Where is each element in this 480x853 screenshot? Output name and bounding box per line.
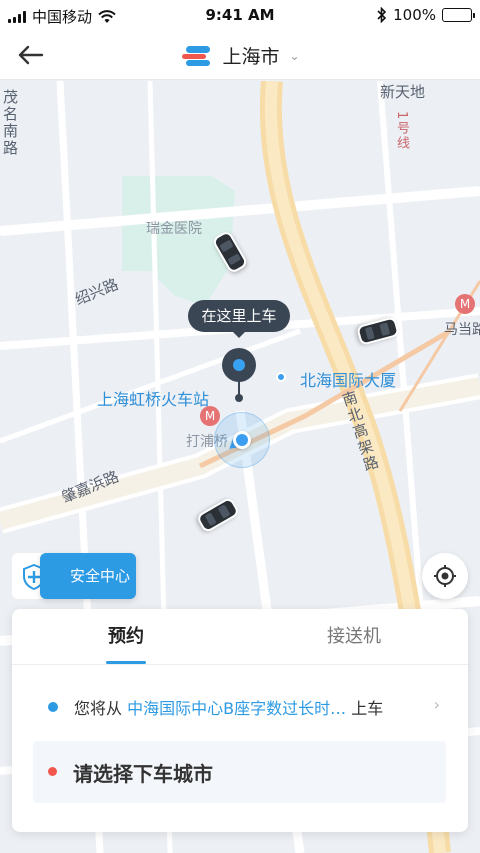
pickup-location-row[interactable]: 您将从 中海国际中心B座字数过长时… 上车 ›: [12, 689, 468, 725]
pickup-text: 您将从 中海国际中心B座字数过长时… 上车: [74, 695, 424, 719]
tab-reservation[interactable]: 预约: [12, 609, 240, 664]
locate-button[interactable]: [422, 553, 468, 599]
booking-panel: 预约 接送机 您将从 中海国际中心B座字数过长时… 上车 › 请选择下车城市: [12, 609, 468, 832]
metro-icon: M: [200, 406, 220, 426]
pickup-dot: [48, 702, 58, 712]
service-tabs: 预约 接送机: [12, 609, 468, 665]
safety-center-button[interactable]: 安全中心: [12, 553, 136, 599]
map-label-line-1: 1号线: [394, 111, 409, 152]
destination-dot: [48, 767, 57, 776]
battery-percent: 100%: [393, 6, 436, 24]
bluetooth-icon: [377, 7, 387, 23]
map-label-xintiandi: 新天地: [380, 83, 426, 101]
chevron-right-icon: ›: [433, 695, 440, 714]
map-label-ruijin-hospital: 瑞金医院: [146, 221, 202, 237]
destination-prompt: 请选择下车城市: [73, 762, 213, 786]
poi-other-label[interactable]: 北海国际大厦: [300, 367, 396, 391]
crosshair-icon: [434, 565, 456, 587]
status-right: 100%: [377, 6, 475, 24]
pickup-pin-icon[interactable]: [222, 348, 256, 382]
destination-city-selector[interactable]: 请选择下车城市: [33, 741, 446, 803]
chevron-down-icon: ⌄: [289, 48, 300, 63]
pickup-suffix: 上车: [351, 699, 384, 718]
metro-icon: M: [455, 294, 475, 314]
nav-bar: 上海市 ⌄: [0, 30, 480, 80]
pickup-tooltip: 在这里上车: [188, 300, 290, 338]
app-logo-icon: [182, 45, 211, 66]
map-label-maoming-road: 茂名南路: [1, 89, 19, 157]
city-selector[interactable]: 上海市 ⌄: [0, 42, 480, 69]
battery-icon: [442, 8, 475, 22]
pickup-address: 中海国际中心B座字数过长时…: [127, 699, 347, 718]
status-bar: 中国移动 9:41 AM 100%: [0, 0, 480, 30]
tab-airport-transfer[interactable]: 接送机: [240, 609, 468, 664]
city-name: 上海市: [222, 46, 280, 68]
pickup-prefix: 您将从: [74, 699, 123, 718]
map-label-madang-road: 马当路: [444, 322, 480, 338]
pickup-pin-anchor: [235, 394, 243, 402]
poi-dot: [276, 372, 286, 382]
user-location-icon: [214, 412, 270, 468]
poi-pickup-label[interactable]: 上海虹桥火车站: [97, 386, 209, 410]
safety-center-label: 安全中心: [40, 553, 136, 599]
